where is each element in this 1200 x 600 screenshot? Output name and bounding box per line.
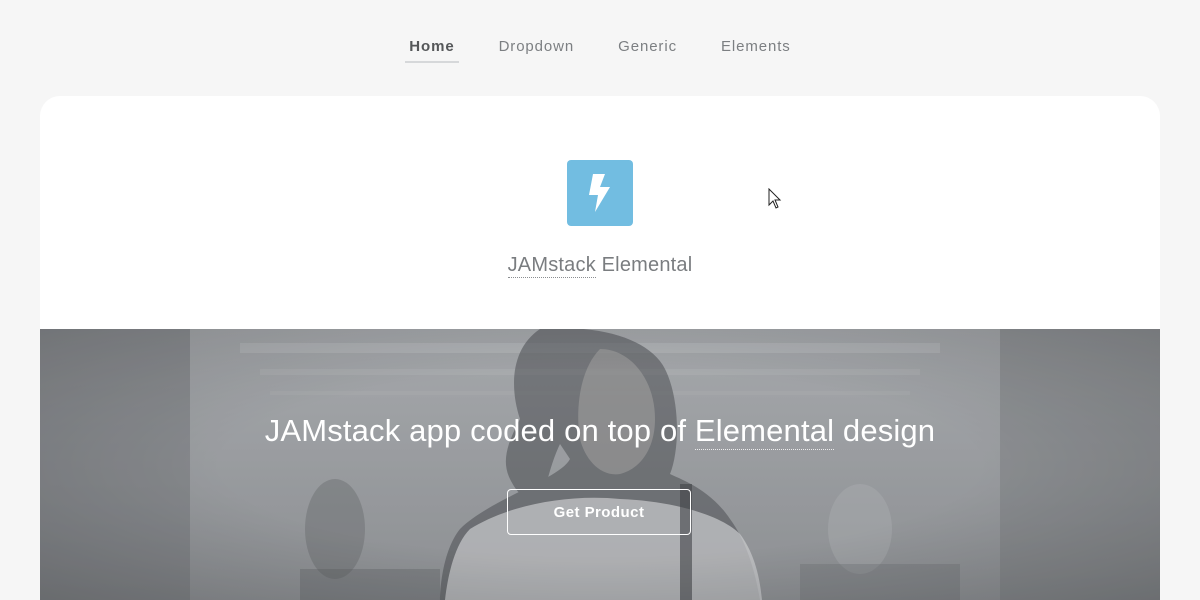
nav-item-elements[interactable]: Elements bbox=[717, 38, 795, 63]
hero-headline: JAMstack app coded on top of Elemental d… bbox=[40, 413, 1160, 450]
main-card: JAMstack Elemental JAMstack app coded on… bbox=[40, 96, 1160, 600]
nav-item-generic[interactable]: Generic bbox=[614, 38, 681, 63]
site-logo[interactable] bbox=[567, 160, 633, 226]
mouse-cursor-icon bbox=[768, 188, 782, 209]
hero-banner: JAMstack app coded on top of Elemental d… bbox=[40, 329, 1160, 600]
site-header: JAMstack Elemental bbox=[40, 96, 1160, 329]
page: Home Dropdown Generic Elements JAMstack … bbox=[0, 0, 1200, 600]
nav-list: Home Dropdown Generic Elements bbox=[0, 38, 1200, 63]
hero-headline-before: JAMstack app coded on top of bbox=[264, 413, 695, 448]
get-product-button[interactable]: Get Product bbox=[507, 489, 691, 535]
nav-item-dropdown[interactable]: Dropdown bbox=[495, 38, 579, 63]
hero-overlay bbox=[40, 329, 1160, 600]
top-nav: Home Dropdown Generic Elements bbox=[0, 0, 1200, 96]
site-title-rest: Elemental bbox=[595, 254, 693, 276]
nav-item-home[interactable]: Home bbox=[405, 38, 459, 63]
site-title: JAMstack Elemental bbox=[40, 254, 1160, 278]
site-title-link[interactable]: JAMstack bbox=[507, 254, 596, 278]
hero-headline-link[interactable]: Elemental bbox=[694, 413, 835, 450]
lightning-bolt-icon bbox=[589, 174, 610, 212]
hero-headline-after: design bbox=[834, 413, 936, 448]
